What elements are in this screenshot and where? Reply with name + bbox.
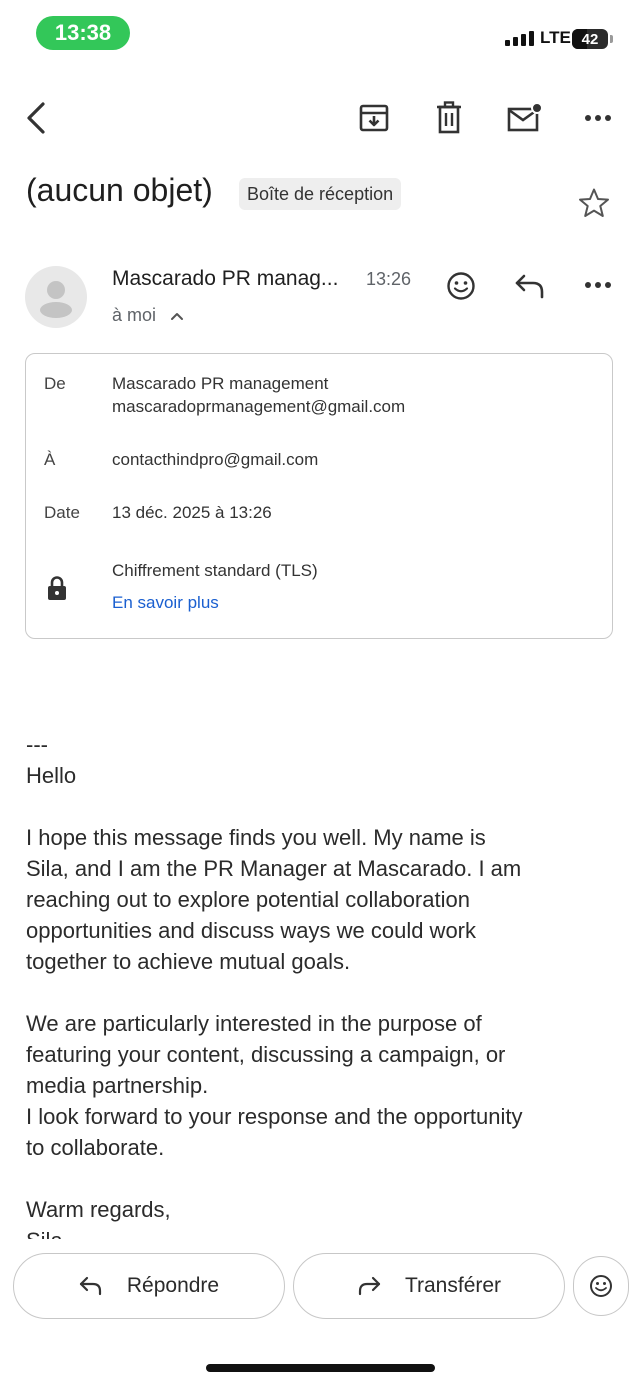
archive-icon [359,104,389,132]
back-button[interactable] [16,96,56,140]
status-time: 13:38 [36,16,130,50]
from-name: Mascarado PR management [112,374,329,393]
lock-icon [46,575,68,601]
email-subject: (aucun objet) [26,172,213,208]
network-type: LTE [540,28,571,47]
smiley-icon [447,272,475,300]
date-value: 13 déc. 2025 à 13:26 [112,503,272,522]
from-email: mascaradoprmanagement@gmail.com [112,397,406,416]
to-email: contacthindpro@gmail.com [112,450,319,469]
learn-more-link[interactable]: En savoir plus [112,593,219,613]
more-options-button[interactable] [578,100,618,136]
sender-name[interactable]: Mascarado PR manag... [112,267,338,291]
reply-button[interactable]: Répondre [13,1253,285,1319]
message-more-button[interactable] [578,270,618,300]
recipient-toggle[interactable]: à moi [112,305,184,326]
delete-button[interactable] [429,98,469,138]
reply-icon-button[interactable] [510,268,550,304]
email-body: --- Hello I hope this message finds you … [26,732,523,1239]
encryption-info: Chiffrement standard (TLS) [112,561,318,580]
sender-avatar[interactable] [25,266,87,328]
forward-label: Transférer [404,1274,502,1297]
battery-level: 42 [581,30,599,48]
forward-icon [358,1276,381,1296]
date-label: Date [44,503,80,522]
person-icon [40,281,72,318]
home-indicator[interactable] [206,1364,435,1372]
forward-button[interactable]: Transférer [293,1253,565,1319]
react-emoji-button[interactable] [442,267,480,305]
more-horiz-icon [585,282,611,288]
emoji-reaction-button[interactable] [573,1256,629,1316]
chevron-up-icon [171,312,184,320]
sent-time: 13:26 [366,269,412,289]
inbox-label-chip[interactable]: Boîte de réception [239,178,402,210]
signal-strength-icon [505,31,534,46]
trash-icon [437,101,461,134]
mark-unread-icon [507,102,542,132]
reply-label: Répondre [126,1274,220,1297]
battery-icon: 42 [572,29,608,49]
to-label: À [44,450,56,469]
star-button[interactable] [574,184,614,222]
reply-icon [515,274,544,299]
recipient-summary: à moi [112,305,157,325]
from-label: De [44,374,66,393]
battery-tip [610,35,613,43]
archive-button[interactable] [354,98,394,138]
mark-unread-button[interactable] [503,98,545,138]
back-arrow-icon [27,102,45,134]
smiley-icon [590,1275,612,1297]
star-icon [579,188,609,217]
reply-icon [79,1276,101,1296]
more-horiz-icon [585,115,611,121]
